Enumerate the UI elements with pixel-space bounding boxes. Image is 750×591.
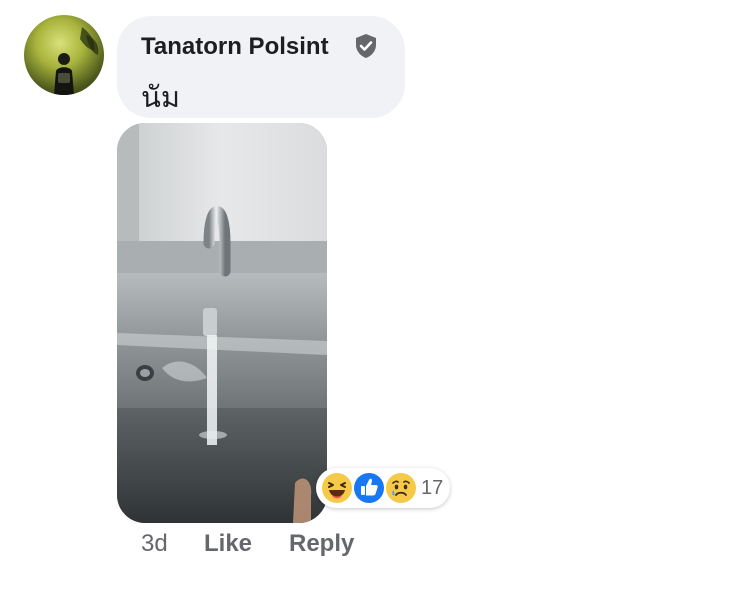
like-button[interactable]: Like — [204, 530, 252, 558]
photo-attachment[interactable] — [117, 123, 327, 523]
comment-author-name[interactable]: Tanatorn Polsint — [141, 33, 329, 61]
comment-item: Tanatorn Polsint นัม 17 3d Like Reply — [0, 0, 750, 591]
reply-button[interactable]: Reply — [289, 530, 354, 558]
laughing-emoji-icon — [320, 471, 354, 505]
reaction-summary[interactable]: 17 — [316, 468, 450, 508]
sad-emoji-icon — [384, 471, 418, 505]
comment-text: นัม — [141, 82, 180, 114]
verified-badge-icon — [354, 33, 378, 59]
reaction-count: 17 — [421, 477, 444, 499]
avatar[interactable] — [24, 15, 104, 95]
thumbs-up-icon — [352, 471, 386, 505]
comment-timestamp[interactable]: 3d — [141, 530, 168, 558]
comment-bubble: Tanatorn Polsint นัม — [117, 16, 405, 118]
